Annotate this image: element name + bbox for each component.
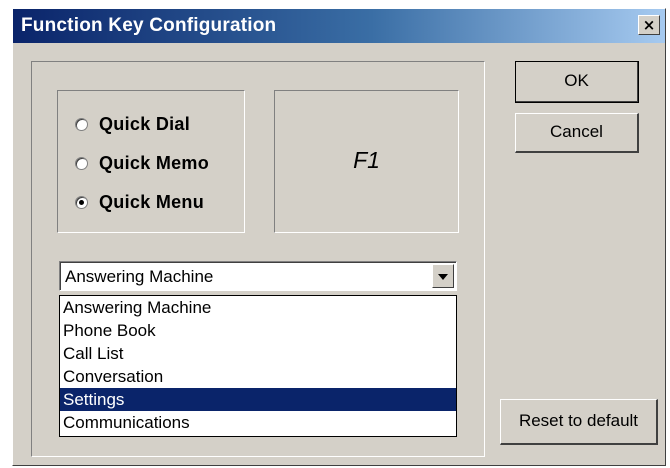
radio-label: Quick Memo bbox=[99, 152, 210, 173]
radio-icon[interactable] bbox=[75, 156, 88, 170]
radio-quick-dial[interactable]: Quick Dial bbox=[75, 111, 190, 137]
dropdown-list[interactable]: Answering Machine Phone Book Call List C… bbox=[59, 295, 457, 437]
function-key-panel: F1 bbox=[274, 90, 459, 233]
reset-to-default-button[interactable]: Reset to default bbox=[500, 399, 658, 445]
radio-quick-menu[interactable]: Quick Menu bbox=[75, 189, 204, 215]
close-icon: × bbox=[642, 16, 656, 34]
title-bar[interactable]: Function Key Configuration × bbox=[13, 9, 665, 43]
radio-label: Quick Menu bbox=[99, 191, 205, 212]
list-item[interactable]: Conversation bbox=[60, 365, 456, 388]
ok-button[interactable]: OK bbox=[515, 61, 639, 103]
list-item[interactable]: Phone Book bbox=[60, 319, 456, 342]
function-key-label: F1 bbox=[353, 147, 380, 173]
list-item[interactable]: Answering Machine bbox=[60, 296, 456, 319]
radio-dot bbox=[79, 199, 84, 205]
cancel-button[interactable]: Cancel bbox=[515, 113, 639, 153]
list-item[interactable]: Communications bbox=[60, 411, 456, 434]
chevron-down-icon bbox=[438, 274, 448, 280]
radio-icon[interactable] bbox=[75, 117, 88, 131]
radio-label: Quick Dial bbox=[99, 113, 191, 134]
function-combo-box[interactable]: Answering Machine bbox=[59, 261, 457, 291]
list-item-selected[interactable]: Settings bbox=[60, 388, 456, 411]
function-key-dialog: Function Key Configuration × Quick Dial … bbox=[12, 8, 666, 466]
window-title: Function Key Configuration bbox=[21, 15, 277, 36]
dropdown-arrow-button[interactable] bbox=[432, 264, 454, 288]
radio-icon-checked[interactable] bbox=[75, 195, 88, 209]
close-button[interactable]: × bbox=[638, 15, 660, 35]
radio-quick-memo[interactable]: Quick Memo bbox=[75, 150, 209, 176]
combo-value: Answering Machine bbox=[65, 267, 214, 286]
list-item[interactable]: Call List bbox=[60, 342, 456, 365]
